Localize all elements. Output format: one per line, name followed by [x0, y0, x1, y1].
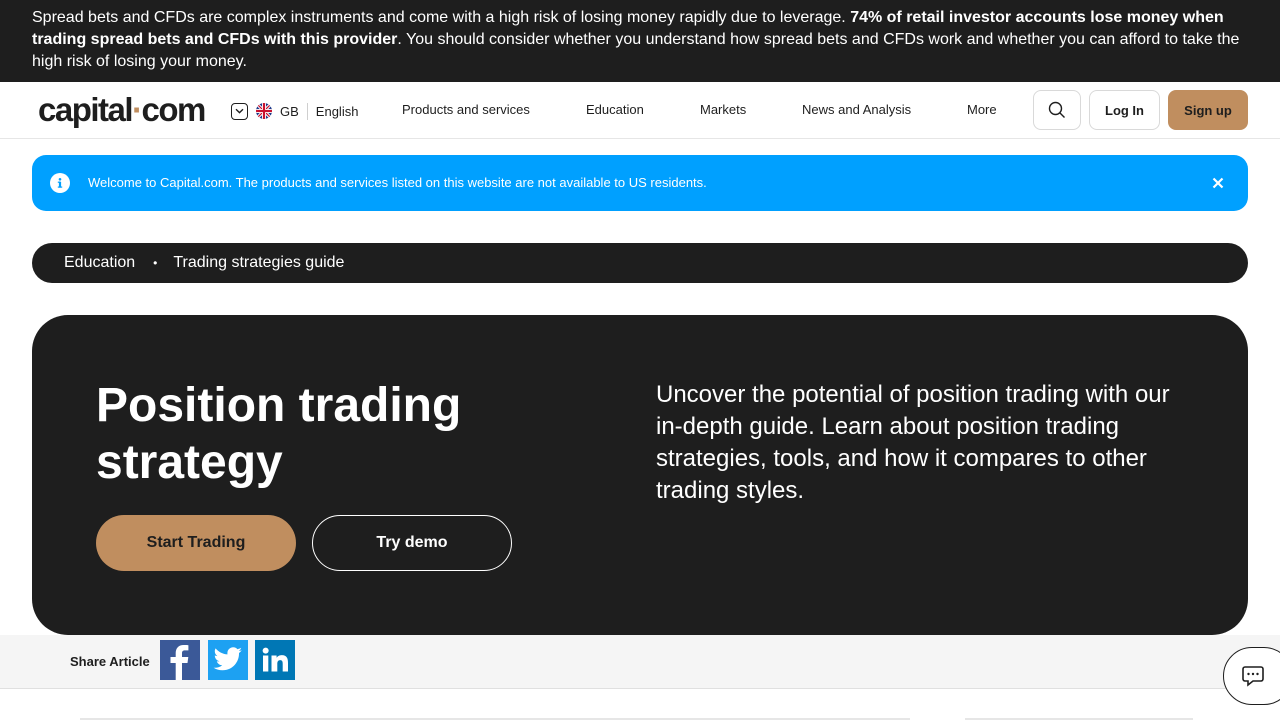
breadcrumb-separator: •	[153, 256, 158, 270]
breadcrumb-education[interactable]: Education	[64, 254, 135, 272]
share-article-label: Share Article	[70, 654, 150, 669]
search-button[interactable]	[1033, 90, 1081, 130]
capital-com-logo[interactable]: capital·com	[38, 92, 206, 128]
twitter-icon[interactable]	[208, 640, 248, 680]
chat-icon	[1242, 666, 1264, 687]
uk-flag-icon	[256, 103, 272, 119]
page-title: Position trading strategy	[96, 379, 462, 489]
nav-more[interactable]: More	[967, 102, 997, 117]
risk-text: Spread bets and CFDs are complex instrum…	[32, 9, 851, 26]
nav-markets[interactable]: Markets	[700, 102, 746, 117]
hero-section: Position trading strategy Uncover the po…	[32, 315, 1248, 635]
start-trading-button[interactable]: Start Trading	[96, 515, 296, 571]
facebook-icon[interactable]	[160, 640, 200, 680]
close-icon[interactable]	[1208, 173, 1228, 193]
breadcrumb: Education • Trading strategies guide	[32, 243, 1248, 283]
locale-selector[interactable]: GB English	[231, 101, 358, 121]
chat-button[interactable]	[1223, 647, 1280, 705]
risk-warning-banner: Spread bets and CFDs are complex instrum…	[0, 0, 1280, 82]
nav-products-and-services[interactable]: Products and services	[402, 102, 530, 117]
nav-education[interactable]: Education	[586, 102, 644, 117]
region-label: GB	[280, 103, 299, 119]
breadcrumb-trading-strategies-guide[interactable]: Trading strategies guide	[173, 254, 344, 272]
linkedin-icon[interactable]	[255, 640, 295, 680]
share-bar: Share Article	[0, 635, 1280, 689]
chevron-down-icon	[231, 102, 248, 120]
try-demo-button[interactable]: Try demo	[312, 515, 512, 571]
divider	[306, 102, 308, 120]
login-button[interactable]: Log In	[1089, 90, 1160, 130]
notice-text: Welcome to Capital.com. The products and…	[88, 175, 707, 190]
signup-button[interactable]: Sign up	[1168, 90, 1248, 130]
language-label: English	[315, 103, 359, 119]
site-header: capital·com GB English Products and serv…	[0, 82, 1280, 139]
nav-news-and-analysis[interactable]: News and Analysis	[802, 102, 911, 117]
hero-description: Uncover the potential of position tradin…	[656, 381, 1170, 504]
info-icon	[50, 173, 70, 193]
us-residents-notice: Welcome to Capital.com. The products and…	[32, 155, 1248, 211]
search-icon	[1048, 101, 1065, 118]
